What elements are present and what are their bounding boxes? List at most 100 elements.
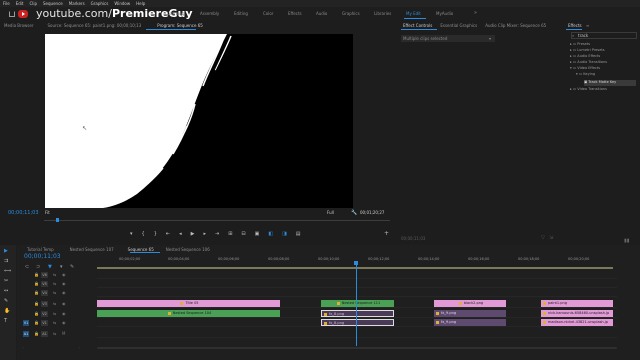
eye-icon[interactable]: ◉ xyxy=(62,272,66,278)
clip-purple-v1-b[interactable]: fx_9.png xyxy=(434,319,506,326)
lock-icon[interactable]: 🔒 xyxy=(34,311,39,317)
tab-sequence-65[interactable]: Sequence 65 xyxy=(128,247,154,252)
track-label[interactable]: V3 xyxy=(41,301,48,307)
workspace-libraries[interactable]: Libraries xyxy=(374,11,391,16)
track-header-v6[interactable]: 🔒 V6 ⇆ ◉ xyxy=(20,271,97,279)
source-patch-a1[interactable]: A1 xyxy=(23,331,29,337)
clip-nested-sequence-111[interactable]: Nested Sequence 111 xyxy=(321,300,394,307)
timeline-settings-icon[interactable]: ▾ xyxy=(60,264,63,270)
selection-tool-icon[interactable]: ▶ xyxy=(4,248,8,254)
filter-icon[interactable]: ▽ xyxy=(541,235,545,241)
tab-essential-graphics[interactable]: Essential Graphics xyxy=(440,23,477,28)
menu-edit[interactable]: Edit xyxy=(16,1,24,6)
workspace-audio[interactable]: Audio xyxy=(316,11,327,16)
track-label[interactable]: V6 xyxy=(41,272,48,278)
tab-program[interactable]: Program: Sequence 65 xyxy=(157,23,203,28)
step-forward-icon[interactable]: ▸ xyxy=(203,231,206,237)
clip-title[interactable]: Title 05 xyxy=(97,300,280,307)
zoom-fit-select[interactable]: Fit xyxy=(45,210,50,215)
lock-icon[interactable]: 🔒 xyxy=(34,290,39,296)
zoom-scroll-handle-icon[interactable]: ◦ xyxy=(22,345,24,350)
settings-wrench-icon[interactable]: 🔧 xyxy=(351,210,357,216)
clip-black[interactable]: black2.png xyxy=(434,300,506,307)
captions-icon[interactable]: ✎ xyxy=(70,264,74,270)
extra-button-icon[interactable]: ▤ xyxy=(296,231,301,237)
track-lane-a1[interactable] xyxy=(97,330,617,338)
program-video-frame[interactable]: ↖ xyxy=(45,34,353,208)
mark-in-icon[interactable]: ▾ xyxy=(130,231,133,237)
sync-lock-icon[interactable]: ⇆ xyxy=(53,290,56,296)
workspace-graphics[interactable]: Graphics xyxy=(342,11,360,16)
panel-menu-icon[interactable]: ≡ xyxy=(586,23,589,28)
slip-tool-icon[interactable]: ↔ xyxy=(4,288,8,294)
work-area-bar[interactable] xyxy=(97,267,613,269)
lock-icon[interactable]: 🔒 xyxy=(34,320,39,326)
sync-lock-icon[interactable]: ⇆ xyxy=(53,301,56,307)
effects-folder-audio-effects[interactable]: ▸ ▭ Audio Effects xyxy=(570,54,600,58)
source-patch-v1[interactable]: V1 xyxy=(23,320,29,326)
sync-lock-icon[interactable]: ⇆ xyxy=(53,311,56,317)
add-marker-timeline-icon[interactable]: ▼ xyxy=(48,264,52,270)
track-label[interactable]: V4 xyxy=(41,290,48,296)
clip-purple-v2-b[interactable]: fx_9.png xyxy=(434,310,506,317)
razor-tool-icon[interactable]: ✂ xyxy=(4,278,8,284)
clip-paint[interactable]: paint1.png xyxy=(541,300,613,307)
track-header-v4[interactable]: 🔒 V4 ⇆ ◉ xyxy=(20,289,97,297)
ripple-edit-tool-icon[interactable]: ⟺ xyxy=(4,268,11,274)
snap-icon[interactable]: ⊂ xyxy=(25,264,29,270)
track-label[interactable]: V1 xyxy=(41,320,48,326)
more-workspaces-icon[interactable]: » xyxy=(474,10,477,16)
clip-selector-dropdown[interactable]: Multiple clips selected xyxy=(401,35,495,42)
effects-panel-title[interactable]: Effects xyxy=(568,23,582,28)
track-label[interactable]: V5 xyxy=(41,281,48,287)
tab-effect-controls[interactable]: Effect Controls xyxy=(403,23,432,28)
chevron-down-icon[interactable]: ▾ xyxy=(489,35,491,42)
export-frame-icon[interactable]: ▣ xyxy=(255,231,260,237)
eye-icon[interactable]: ◉ xyxy=(62,320,66,326)
track-header-a1[interactable]: A1 🔒 A1 ⇆ M xyxy=(20,330,97,338)
tab-media-browser[interactable]: Media Browser xyxy=(4,23,34,28)
tab-audio-clip-mixer[interactable]: Audio Clip Mixer: Sequence 65 xyxy=(485,23,546,28)
button-editor-plus-icon[interactable]: + xyxy=(384,230,389,237)
insert-icon[interactable]: ⊞ xyxy=(228,231,232,237)
workspace-my-edit[interactable]: My Edit xyxy=(406,11,421,16)
track-label[interactable]: A1 xyxy=(41,331,48,337)
workspace-editing[interactable]: Editing xyxy=(234,11,248,16)
mute-icon[interactable]: M xyxy=(62,331,65,337)
pen-tool-icon[interactable]: ✎ xyxy=(4,298,8,304)
hand-tool-icon[interactable]: ✋ xyxy=(4,308,10,314)
monitor-playhead[interactable] xyxy=(56,218,60,222)
tab-nested-sequence-107[interactable]: Nested Sequence 107 xyxy=(70,247,114,252)
zoom-scroll-handle-icon[interactable]: ◦ xyxy=(78,345,80,350)
clip-nested-sequence-104[interactable]: Nested Sequence 104 xyxy=(97,310,280,317)
monitor-scrub-bar[interactable] xyxy=(44,219,390,223)
lock-icon[interactable]: 🔒 xyxy=(34,301,39,307)
track-header-v5[interactable]: 🔒 V5 ⇆ ◉ xyxy=(20,280,97,288)
step-back-icon[interactable]: ◂ xyxy=(179,231,182,237)
lock-icon[interactable]: 🔒 xyxy=(34,281,39,287)
workspace-learning[interactable]: Learning xyxy=(167,11,184,16)
eye-icon[interactable]: ◉ xyxy=(62,301,66,307)
track-lane-v4[interactable] xyxy=(97,289,617,297)
playhead-timecode[interactable]: 00;00;11;03 xyxy=(8,210,39,216)
effects-folder-presets[interactable]: ▸ ▭ Presets xyxy=(570,42,590,46)
tab-source[interactable]: Source: Sequence 65: paint1.png: 00;00;1… xyxy=(48,23,142,28)
menu-clip[interactable]: Clip xyxy=(29,1,37,6)
track-lane-v5[interactable] xyxy=(97,280,617,288)
overwrite-icon[interactable]: ⊟ xyxy=(241,231,245,237)
track-select-tool-icon[interactable]: ⇉ xyxy=(4,258,8,264)
clip-madison[interactable]: madison-nickel-43821-unsplash.jp xyxy=(541,319,613,326)
type-tool-icon[interactable]: T xyxy=(4,318,7,324)
effects-folder-audio-transitions[interactable]: ▸ ▭ Audio Transitions xyxy=(570,60,607,64)
comparison-view-icon[interactable]: ◨ xyxy=(282,231,287,237)
menu-graphics[interactable]: Graphics xyxy=(91,1,109,6)
eye-icon[interactable]: ◉ xyxy=(62,290,66,296)
export-icon[interactable]: ⇲ xyxy=(549,235,553,241)
effects-folder-lumetri-presets[interactable]: ▸ ▭ Lumetri Presets xyxy=(570,48,605,52)
menu-sequence[interactable]: Sequence xyxy=(43,1,63,6)
lock-icon[interactable]: 🔒 xyxy=(34,331,39,337)
menu-help[interactable]: Help xyxy=(136,1,145,6)
play-icon[interactable]: ▶ xyxy=(191,231,195,237)
go-to-out-icon[interactable]: ⇥ xyxy=(215,231,219,237)
clip-purple-v1-a[interactable]: fx_8.png xyxy=(321,319,394,326)
